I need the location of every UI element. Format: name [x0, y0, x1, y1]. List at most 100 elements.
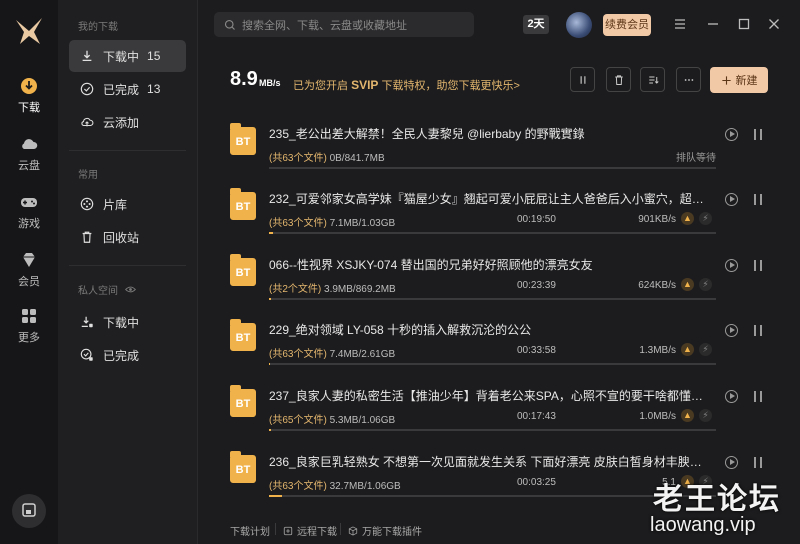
remote-download-link[interactable]: 远程下载: [283, 523, 337, 538]
sidebar-item-trash[interactable]: 回收站: [69, 221, 186, 253]
total-speed-unit: MB/s: [259, 78, 281, 88]
remote-icon: [283, 526, 293, 535]
pause-icon: [580, 75, 585, 84]
task-row[interactable]: BT 066--性视界 XSJKY-074 替出国的兄弟好好照顾他的漂亮女友 (共2…: [228, 252, 768, 316]
pause-icon[interactable]: [754, 194, 762, 205]
task-row[interactable]: BT 232_可爱邻家女高学妹『猫屋少女』翘起可爱小屁屁让主人爸爸后入小蜜穴，超极…: [228, 186, 768, 250]
mini-mode-button[interactable]: [12, 494, 46, 528]
task-name: 066--性视界 XSJKY-074 替出国的兄弟好好照顾他的漂亮女友: [269, 258, 593, 272]
rail-item-game[interactable]: 游戏: [0, 192, 58, 231]
play-icon[interactable]: [725, 390, 738, 403]
pause-all-button[interactable]: [570, 67, 595, 92]
pause-icon[interactable]: [754, 325, 762, 336]
avatar[interactable]: [566, 12, 592, 38]
pause-icon[interactable]: [754, 129, 762, 140]
rocket-boost-icon[interactable]: ▲: [681, 409, 694, 422]
delete-button[interactable]: [606, 67, 631, 92]
svip-promo-link[interactable]: 已为您开启 SVIP 下载特权，助您下载更快乐>: [293, 77, 520, 93]
sidebar-item-label: 回收站: [103, 230, 140, 245]
task-row[interactable]: BT 229_绝对领域 LY-058 十秒的插入解救沉沦的公公 (共63个文件) 7…: [228, 317, 768, 381]
task-file-count[interactable]: (共2个文件): [269, 284, 321, 295]
task-file-count[interactable]: (共63个文件): [269, 349, 327, 360]
task-size: 0B/841.7MB: [329, 153, 385, 164]
task-speed: 624KB/s: [638, 280, 676, 291]
sidebar-item-cloud-add[interactable]: 云添加: [69, 106, 186, 138]
bt-file-icon: BT: [230, 319, 256, 351]
download-lock-icon: [79, 314, 95, 330]
lightning-boost-icon[interactable]: ⚡: [699, 343, 712, 356]
divider: [69, 265, 186, 266]
sidebar-item-completed[interactable]: 已完成 13: [69, 73, 186, 105]
task-file-count[interactable]: (共63个文件): [269, 153, 327, 164]
universal-plugin-link[interactable]: 万能下载插件: [348, 523, 422, 538]
divider: [275, 523, 276, 535]
task-remaining-time: 00:17:43: [517, 411, 556, 422]
gamepad-icon: [21, 198, 37, 207]
progress-fill: [269, 429, 272, 431]
task-file-count[interactable]: (共63个文件): [269, 218, 327, 229]
task-size: 32.7MB/1.06GB: [329, 481, 401, 492]
task-meta: (共63个文件) 7.1MB/1.03GB: [269, 214, 395, 229]
rocket-boost-icon[interactable]: ▲: [681, 212, 694, 225]
play-icon[interactable]: [725, 324, 738, 337]
task-file-count[interactable]: (共63个文件): [269, 481, 327, 492]
pause-icon[interactable]: [754, 391, 762, 402]
task-meta: (共2个文件) 3.9MB/869.2MB: [269, 280, 396, 295]
pause-icon[interactable]: [754, 457, 762, 468]
rail-item-download[interactable]: 下载: [0, 76, 58, 115]
lightning-boost-icon[interactable]: ⚡: [699, 278, 712, 291]
play-icon[interactable]: [725, 193, 738, 206]
sidebar-item-label: 云添加: [103, 115, 140, 130]
task-file-count[interactable]: (共65个文件): [269, 415, 327, 426]
search-input[interactable]: 搜索全网、下载、云盘或收藏地址: [214, 12, 474, 37]
cloud-upload-icon: [79, 114, 95, 130]
play-icon[interactable]: [725, 128, 738, 141]
rail-item-member[interactable]: 会员: [0, 250, 58, 289]
play-icon[interactable]: [725, 259, 738, 272]
private-space-header: 私人空间: [78, 282, 136, 297]
task-meta: (共63个文件) 0B/841.7MB: [269, 149, 385, 164]
task-remaining-time: 00:03:25: [517, 477, 556, 488]
renew-vip-button[interactable]: 续费会员: [603, 14, 651, 36]
cube-icon: [348, 526, 358, 535]
sidebar-item-downloading[interactable]: 下载中 15: [69, 40, 186, 72]
task-size: 7.4MB/2.61GB: [329, 349, 396, 360]
promo-svip: SVIP: [351, 78, 379, 92]
rocket-boost-icon[interactable]: ▲: [681, 343, 694, 356]
minimize-icon[interactable]: [704, 15, 722, 33]
promo-prefix: 已为您开启: [293, 80, 348, 92]
progress-bar: [269, 363, 716, 365]
pause-icon[interactable]: [754, 260, 762, 271]
lightning-boost-icon[interactable]: ⚡: [699, 212, 712, 225]
side-panel: 我的下载 下载中 15 已完成 13 云添加 常用 片库 回收站 私人空间 下载…: [58, 0, 198, 544]
rail-item-more[interactable]: 更多: [0, 306, 58, 345]
ellipsis-icon: [684, 78, 693, 81]
rocket-boost-icon[interactable]: ▲: [681, 278, 694, 291]
film-reel-icon: [79, 196, 95, 212]
more-options-button[interactable]: [676, 67, 701, 92]
play-icon[interactable]: [725, 456, 738, 469]
eye-icon[interactable]: [124, 284, 136, 295]
lightning-boost-icon[interactable]: ⚡: [699, 409, 712, 422]
rail-item-cloud[interactable]: 云盘: [0, 134, 58, 173]
sidebar-item-private-downloading[interactable]: 下载中: [69, 306, 186, 338]
task-row[interactable]: BT 237_良家人妻的私密生活【推油少年】背着老公来SPA，心照不宣的要干啥都懂…: [228, 383, 768, 447]
new-task-button[interactable]: 新建: [710, 67, 768, 93]
task-remaining-time: 00:33:58: [517, 345, 556, 356]
menu-icon[interactable]: [671, 15, 689, 33]
download-plan-link[interactable]: 下载计划: [230, 523, 270, 538]
sidebar-item-private-completed[interactable]: 已完成: [69, 339, 186, 371]
rail-label: 游戏: [18, 218, 40, 230]
window-switch-icon: [22, 503, 36, 517]
xunlei-logo-icon[interactable]: [12, 14, 46, 48]
task-row[interactable]: BT 235_老公出差大解禁！全民人妻黎兒 @lierbaby 的野戰實錄 (共63…: [228, 121, 768, 185]
completed-count: 13: [147, 82, 161, 96]
task-name: 235_老公出差大解禁！全民人妻黎兒 @lierbaby 的野戰實錄: [269, 127, 585, 141]
days-badge[interactable]: 2天: [523, 15, 549, 34]
sidebar-item-library[interactable]: 片库: [69, 188, 186, 220]
sort-button[interactable]: [640, 67, 665, 92]
trash-icon: [79, 229, 95, 245]
maximize-icon[interactable]: [735, 15, 753, 33]
close-icon[interactable]: [765, 15, 783, 33]
progress-bar: [269, 298, 716, 300]
